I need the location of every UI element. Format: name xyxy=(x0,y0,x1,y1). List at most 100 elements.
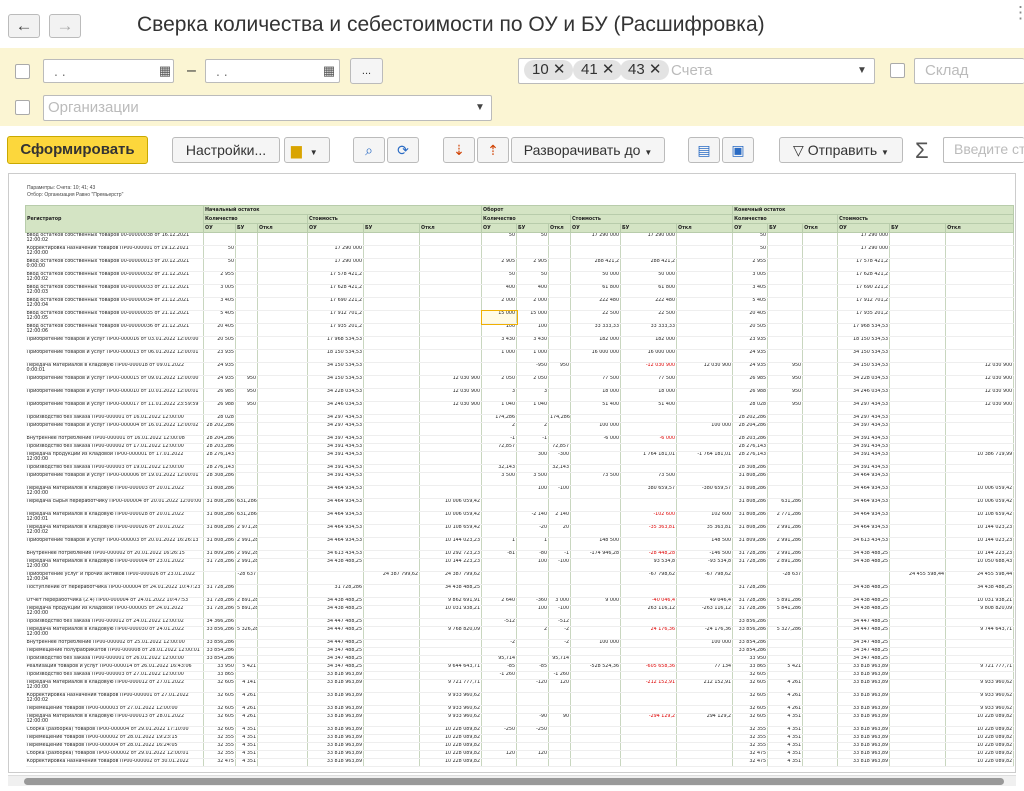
table-cell[interactable]: 3 430 xyxy=(481,336,518,350)
table-cell[interactable]: 34 347 488,25 xyxy=(307,663,364,672)
table-cell[interactable] xyxy=(889,443,947,452)
registrar-cell[interactable]: Реализация товаров и услуг ПР00-000014 о… xyxy=(25,663,204,672)
table-cell[interactable]: 50 xyxy=(481,232,518,246)
table-cell[interactable] xyxy=(676,245,734,259)
table-cell[interactable]: 49 046,4 xyxy=(676,597,734,606)
table-cell[interactable] xyxy=(516,618,550,627)
table-cell[interactable] xyxy=(481,511,518,525)
table-cell[interactable]: 9 933 960,62 xyxy=(945,679,1015,693)
table-cell[interactable]: 2 050 xyxy=(481,375,518,389)
table-cell[interactable] xyxy=(235,671,258,680)
table-row[interactable]: Передача материалов в кладовую ПР00-0000… xyxy=(25,485,1015,499)
registrar-cell[interactable]: Передача материалов в кладовую ПР00-0000… xyxy=(25,626,204,640)
table-cell[interactable] xyxy=(257,464,308,473)
table-cell[interactable] xyxy=(889,537,947,551)
table-cell[interactable] xyxy=(945,310,1015,324)
table-cell[interactable] xyxy=(889,388,947,402)
table-cell[interactable] xyxy=(257,750,308,759)
registrar-cell[interactable]: Сборка (разборка) товаров ПР00-000004 от… xyxy=(25,726,204,735)
table-cell[interactable]: 2 971,286 xyxy=(235,524,258,538)
table-cell[interactable]: 26 985 xyxy=(732,375,769,389)
registrar-cell[interactable]: Перемещение полуфабрикатов ПР00-000008 о… xyxy=(25,647,204,656)
table-cell[interactable]: 1 040 xyxy=(516,401,550,415)
table-cell[interactable] xyxy=(767,258,804,272)
table-cell[interactable]: 20 505 xyxy=(732,323,769,337)
table-cell[interactable]: 10 228 089,82 xyxy=(945,758,1015,767)
table-cell[interactable] xyxy=(481,713,518,727)
table-cell[interactable]: 10 292 723,23 xyxy=(419,550,483,559)
table-cell[interactable] xyxy=(363,705,420,714)
table-cell[interactable]: 17 628 421,2 xyxy=(307,284,364,298)
table-cell[interactable] xyxy=(235,245,258,259)
table-cell[interactable] xyxy=(548,271,572,285)
table-cell[interactable]: 4 261 xyxy=(235,692,258,706)
table-cell[interactable] xyxy=(570,750,622,759)
table-cell[interactable]: 33 818 963,89 xyxy=(837,671,891,680)
table-cell[interactable] xyxy=(257,232,308,246)
scrollbar-thumb[interactable] xyxy=(24,778,1004,785)
table-cell[interactable]: 5 891,286 xyxy=(767,597,804,606)
table-cell[interactable]: 34 347 488,25 xyxy=(837,647,891,656)
table-cell[interactable] xyxy=(203,571,236,585)
table-cell[interactable] xyxy=(570,758,622,767)
table-cell[interactable]: 5 326,286 xyxy=(235,626,258,640)
table-cell[interactable] xyxy=(481,679,518,693)
table-cell[interactable] xyxy=(363,713,420,727)
table-cell[interactable]: 28 276,143 xyxy=(732,443,769,452)
table-cell[interactable]: 34 438 488,25 xyxy=(945,584,1015,598)
remove-tag-icon[interactable]: ✕ xyxy=(602,61,615,78)
table-row[interactable]: Передача продукции из кладовой ПР00-0000… xyxy=(25,605,1015,619)
table-cell[interactable]: 34 447 488,25 xyxy=(837,618,891,627)
table-cell[interactable] xyxy=(620,705,678,714)
table-cell[interactable]: 17 968 534,53 xyxy=(837,323,891,337)
table-cell[interactable]: 380 659,57 xyxy=(620,485,678,499)
table-cell[interactable]: 9 768 820,09 xyxy=(419,626,483,640)
table-cell[interactable] xyxy=(363,618,420,627)
table-cell[interactable] xyxy=(676,655,734,664)
table-cell[interactable]: 31 728,286 xyxy=(732,597,769,606)
table-cell[interactable]: 34 391 434,53 xyxy=(307,464,364,473)
table-cell[interactable] xyxy=(802,647,839,656)
table-cell[interactable]: 5 421 xyxy=(235,663,258,672)
table-cell[interactable]: 10 386 719,99 xyxy=(945,451,1015,465)
table-cell[interactable]: -90 xyxy=(516,713,550,727)
table-cell[interactable]: 77 134 xyxy=(676,663,734,672)
table-cell[interactable] xyxy=(767,323,804,337)
table-cell[interactable] xyxy=(676,758,734,767)
table-cell[interactable] xyxy=(363,414,420,423)
table-cell[interactable]: 34 447 488,25 xyxy=(837,626,891,640)
table-cell[interactable]: 33 818 963,89 xyxy=(837,758,891,767)
table-cell[interactable] xyxy=(889,498,947,512)
table-cell[interactable] xyxy=(363,271,420,285)
table-cell[interactable]: 72,857 xyxy=(548,443,572,452)
table-cell[interactable]: 24 935 xyxy=(203,375,236,389)
table-cell[interactable]: 100 xyxy=(481,323,518,337)
table-cell[interactable] xyxy=(516,742,550,751)
table-cell[interactable]: 51 400 xyxy=(570,401,622,415)
table-cell[interactable] xyxy=(945,639,1015,648)
registrar-cell[interactable]: Ввод остатков собственных товаров 00-000… xyxy=(25,297,204,311)
table-cell[interactable]: -146 500 xyxy=(676,550,734,559)
table-cell[interactable] xyxy=(889,558,947,572)
table-cell[interactable]: 3 500 xyxy=(481,472,518,486)
table-row[interactable]: Приобретение товаров и услуг ПР00-000010… xyxy=(25,388,1015,402)
table-cell[interactable] xyxy=(620,671,678,680)
table-cell[interactable]: 5 841,286 xyxy=(767,605,804,619)
table-cell[interactable]: 32 475 xyxy=(732,758,769,767)
table-cell[interactable]: 31 728,286 xyxy=(732,558,769,572)
table-cell[interactable] xyxy=(620,584,678,598)
find-button[interactable]: ⌕ xyxy=(353,137,385,163)
warehouse-field[interactable]: Склад xyxy=(914,58,1024,84)
period-checkbox[interactable] xyxy=(15,64,30,79)
table-cell[interactable]: 4 351 xyxy=(767,742,804,751)
table-cell[interactable] xyxy=(419,245,483,259)
table-cell[interactable]: 28 028 xyxy=(732,401,769,415)
table-cell[interactable]: 33 818 963,89 xyxy=(837,713,891,727)
table-row[interactable]: Приобретение товаров и услуг ПР00-000004… xyxy=(25,422,1015,436)
table-cell[interactable] xyxy=(481,485,518,499)
table-cell[interactable]: 2 140 xyxy=(548,511,572,525)
table-cell[interactable] xyxy=(548,388,572,402)
table-cell[interactable] xyxy=(363,663,420,672)
table-cell[interactable] xyxy=(802,558,839,572)
table-cell[interactable] xyxy=(889,464,947,473)
